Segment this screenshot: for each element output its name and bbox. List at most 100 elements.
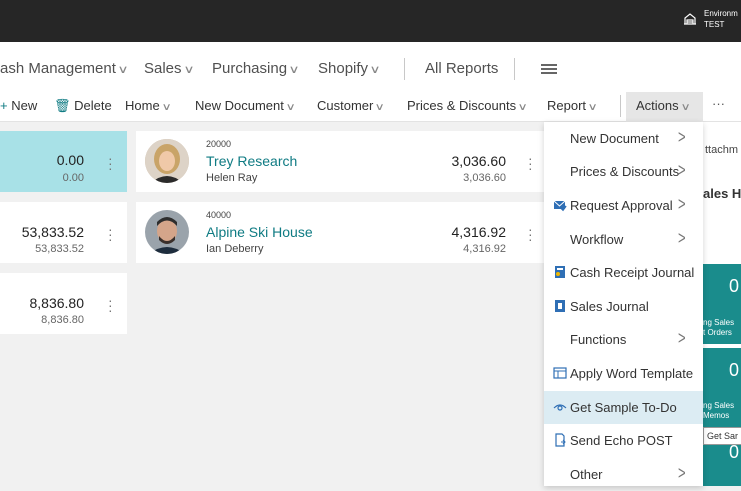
environment-label: Environm — [704, 9, 738, 18]
attachments-label[interactable]: ttachm — [705, 144, 738, 156]
menu-item-label: Request Approval — [570, 198, 673, 213]
actions-dropdown-menu: New Document > Prices & Discounts > Requ… — [544, 122, 703, 486]
menu-item-label: Prices & Discounts — [570, 164, 680, 179]
card-balance-due: 53,833.52 — [35, 243, 84, 255]
tab-customer[interactable]: Customer ∨ — [317, 98, 385, 113]
chevron-right-icon: > — [678, 462, 686, 483]
menu-item-send-echo-post[interactable]: Send Echo POST — [544, 424, 703, 457]
chevron-right-icon: > — [678, 227, 686, 248]
tab-report-label: Report — [547, 98, 587, 113]
nav-all-reports[interactable]: All Reports — [425, 60, 498, 77]
nav-sales-label: Sales — [144, 60, 182, 77]
kpi-tile[interactable]: 0 ng Sales t Orders — [703, 264, 741, 344]
card-menu-icon[interactable]: · · · — [108, 222, 113, 246]
tab-new-document-label: New Document — [195, 98, 284, 113]
menu-item-cash-receipt-journal[interactable]: Cash Receipt Journal — [544, 256, 703, 289]
kpi-tile-label: t Orders — [703, 328, 732, 337]
card-balance: 4,316.92 — [451, 224, 507, 240]
tab-home-label: Home — [125, 98, 160, 113]
chevron-down-icon: ∨ — [161, 102, 172, 113]
nav-cash-management-label: ash Management — [0, 60, 116, 77]
card-balance: 8,836.80 — [29, 295, 85, 311]
kpi-tile[interactable]: 0 ng Sales Memos — [703, 348, 741, 428]
tab-new-document[interactable]: New Document ∨ — [195, 98, 296, 113]
kpi-tile-label: ng Sales — [703, 401, 735, 410]
nav-shopify[interactable]: Shopify∨ — [318, 60, 381, 77]
nav-sales[interactable]: Sales∨ — [144, 60, 195, 77]
kpi-tile-value: 0 — [729, 276, 740, 296]
card-balance-due: 3,036.60 — [463, 172, 506, 184]
avatar — [145, 139, 189, 183]
menu-item-request-approval[interactable]: Request Approval > — [544, 189, 703, 222]
new-button-label: New — [11, 98, 38, 113]
tab-actions[interactable]: Actions ∨ — [636, 98, 691, 113]
tab-home[interactable]: Home ∨ — [125, 98, 172, 113]
menu-item-workflow[interactable]: Workflow > — [544, 223, 703, 256]
chevron-right-icon: > — [678, 327, 686, 348]
chevron-down-icon: ∨ — [587, 102, 598, 113]
delete-button-label: Delete — [74, 98, 112, 113]
chevron-down-icon: ∨ — [288, 64, 300, 76]
plus-icon: + — [0, 98, 8, 113]
top-bar: Environm TEST — [0, 0, 741, 42]
tab-report[interactable]: Report ∨ — [547, 98, 598, 113]
more-options-icon[interactable]: ··· — [712, 96, 725, 111]
menu-item-other[interactable]: Other > — [544, 458, 703, 491]
card-menu-icon[interactable]: · · · — [528, 151, 533, 175]
customer-card[interactable]: 20000 Trey Research Helen Ray 3,036.60 3… — [136, 131, 544, 192]
menu-item-get-sample-todo[interactable]: Get Sample To-Do — [544, 391, 703, 424]
word-template-icon — [553, 367, 567, 379]
book-icon — [555, 300, 565, 312]
nav-cash-management[interactable]: ash Management∨ — [0, 60, 129, 77]
tab-prices-discounts-label: Prices & Discounts — [407, 98, 517, 113]
customer-card[interactable]: 40000 Alpine Ski House Ian Deberry 4,316… — [136, 202, 544, 263]
customer-contact: Ian Deberry — [206, 243, 264, 255]
card-menu-icon[interactable]: · · · — [528, 222, 533, 246]
customer-name[interactable]: Trey Research — [206, 153, 297, 169]
card-balance: 0.00 — [56, 152, 84, 168]
kpi-tile-label: Memos — [703, 411, 730, 420]
chevron-down-icon: ∨ — [182, 64, 195, 76]
environment-indicator[interactable]: Environm TEST — [682, 8, 738, 30]
customer-card[interactable]: 8,836.80 8,836.80 · · · — [0, 273, 127, 334]
chevron-down-icon: ∨ — [369, 64, 381, 76]
menu-item-label: Workflow — [570, 232, 624, 247]
tab-prices-discounts[interactable]: Prices & Discounts ∨ — [407, 98, 528, 113]
chevron-right-icon: > — [678, 193, 686, 214]
tooltip: Get Sar — [703, 427, 741, 445]
card-menu-icon[interactable]: · · · — [108, 151, 113, 175]
chevron-down-icon: ∨ — [517, 102, 528, 113]
card-balance: 3,036.60 — [451, 153, 507, 169]
menu-item-label: Apply Word Template — [570, 366, 694, 381]
avatar — [145, 210, 189, 254]
chevron-down-icon: ∨ — [680, 102, 691, 113]
customer-contact: Helen Ray — [206, 172, 258, 184]
menu-item-prices-discounts[interactable]: Prices & Discounts > — [544, 155, 703, 188]
customer-name[interactable]: Alpine Ski House — [206, 224, 313, 240]
hamburger-menu-icon[interactable] — [541, 64, 557, 74]
menu-item-apply-word-template[interactable]: Apply Word Template — [544, 357, 703, 390]
menu-item-sales-journal[interactable]: Sales Journal — [544, 290, 703, 323]
tab-customer-label: Customer — [317, 98, 374, 113]
action-divider — [620, 95, 621, 117]
customer-card[interactable]: 0.00 0.00 · · · — [0, 131, 127, 192]
new-button[interactable]: + New — [0, 98, 37, 113]
journal-icon — [555, 266, 565, 278]
trash-icon: 🗑 — [54, 98, 71, 113]
customer-card[interactable]: 53,833.52 53,833.52 · · · — [0, 202, 127, 263]
card-menu-icon[interactable]: · · · — [108, 293, 113, 317]
menu-item-new-document[interactable]: New Document > — [544, 122, 703, 155]
nav-purchasing[interactable]: Purchasing∨ — [212, 60, 300, 77]
menu-item-functions[interactable]: Functions > — [544, 323, 703, 356]
menu-item-label: New Document — [570, 131, 659, 146]
kpi-tile-label: ng Sales — [703, 318, 735, 327]
delete-button[interactable]: 🗑 Delete — [54, 98, 112, 114]
eye-icon — [553, 404, 567, 411]
customer-number: 40000 — [206, 210, 232, 220]
menu-item-label: Get Sample To-Do — [570, 400, 677, 415]
chevron-right-icon: > — [678, 126, 686, 147]
menu-item-label: Functions — [570, 332, 627, 347]
card-balance-due: 8,836.80 — [41, 314, 84, 326]
customer-number: 20000 — [206, 139, 232, 149]
menu-item-label: Other — [570, 467, 603, 482]
